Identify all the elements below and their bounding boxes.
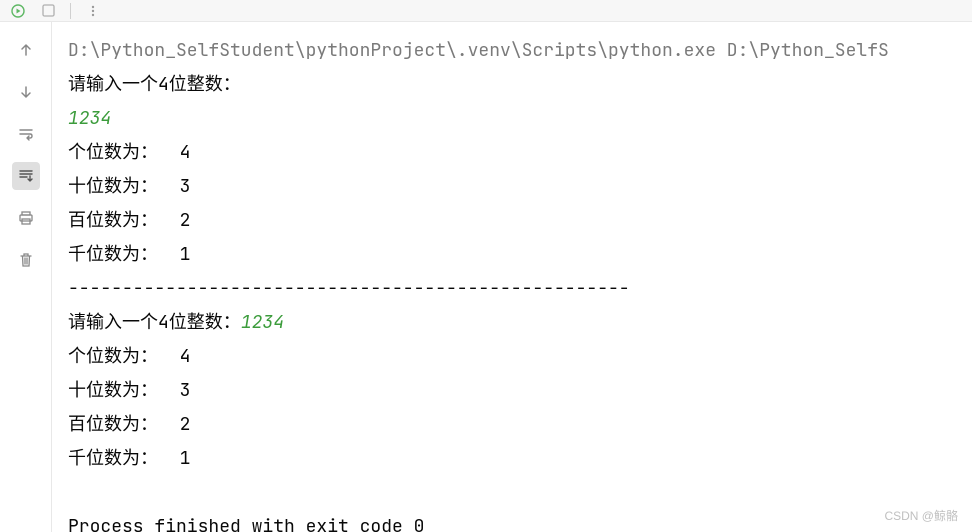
console-sidebar bbox=[0, 22, 52, 532]
toolbar-divider bbox=[70, 3, 71, 19]
console-output[interactable]: D:\Python_SelfStudent\pythonProject\.ven… bbox=[52, 22, 972, 532]
ones-row-2: 个位数为： 4 bbox=[68, 345, 190, 368]
hundreds-row-2: 百位数为： 2 bbox=[68, 413, 190, 436]
separator-line: ----------------------------------------… bbox=[68, 277, 630, 300]
print-icon[interactable] bbox=[12, 204, 40, 232]
up-arrow-icon[interactable] bbox=[12, 36, 40, 64]
prompt-2-row: 请输入一个4位整数：1234 bbox=[68, 311, 284, 334]
more-icon[interactable] bbox=[85, 3, 101, 19]
exit-message: Process finished with exit code 0 bbox=[68, 515, 424, 532]
run-icon[interactable] bbox=[10, 3, 26, 19]
scroll-to-end-icon[interactable] bbox=[12, 162, 40, 190]
trash-icon[interactable] bbox=[12, 246, 40, 274]
down-arrow-icon[interactable] bbox=[12, 78, 40, 106]
soft-wrap-icon[interactable] bbox=[12, 120, 40, 148]
tens-row-2: 十位数为： 3 bbox=[68, 379, 190, 402]
user-input-1: 1234 bbox=[68, 107, 111, 130]
ones-row: 个位数为： 4 bbox=[68, 141, 190, 164]
thousands-row-2: 千位数为： 1 bbox=[68, 447, 190, 470]
thousands-row: 千位数为： 1 bbox=[68, 243, 190, 266]
tens-row: 十位数为： 3 bbox=[68, 175, 190, 198]
main-area: D:\Python_SelfStudent\pythonProject\.ven… bbox=[0, 22, 972, 532]
watermark: CSDN @鲸骼 bbox=[884, 507, 958, 524]
command-line: D:\Python_SelfStudent\pythonProject\.ven… bbox=[68, 39, 889, 62]
stop-icon[interactable] bbox=[40, 3, 56, 19]
toolbar bbox=[0, 0, 972, 22]
hundreds-row: 百位数为： 2 bbox=[68, 209, 190, 232]
prompt-text: 请输入一个4位整数： bbox=[68, 73, 241, 96]
user-input-2: 1234 bbox=[241, 311, 284, 334]
